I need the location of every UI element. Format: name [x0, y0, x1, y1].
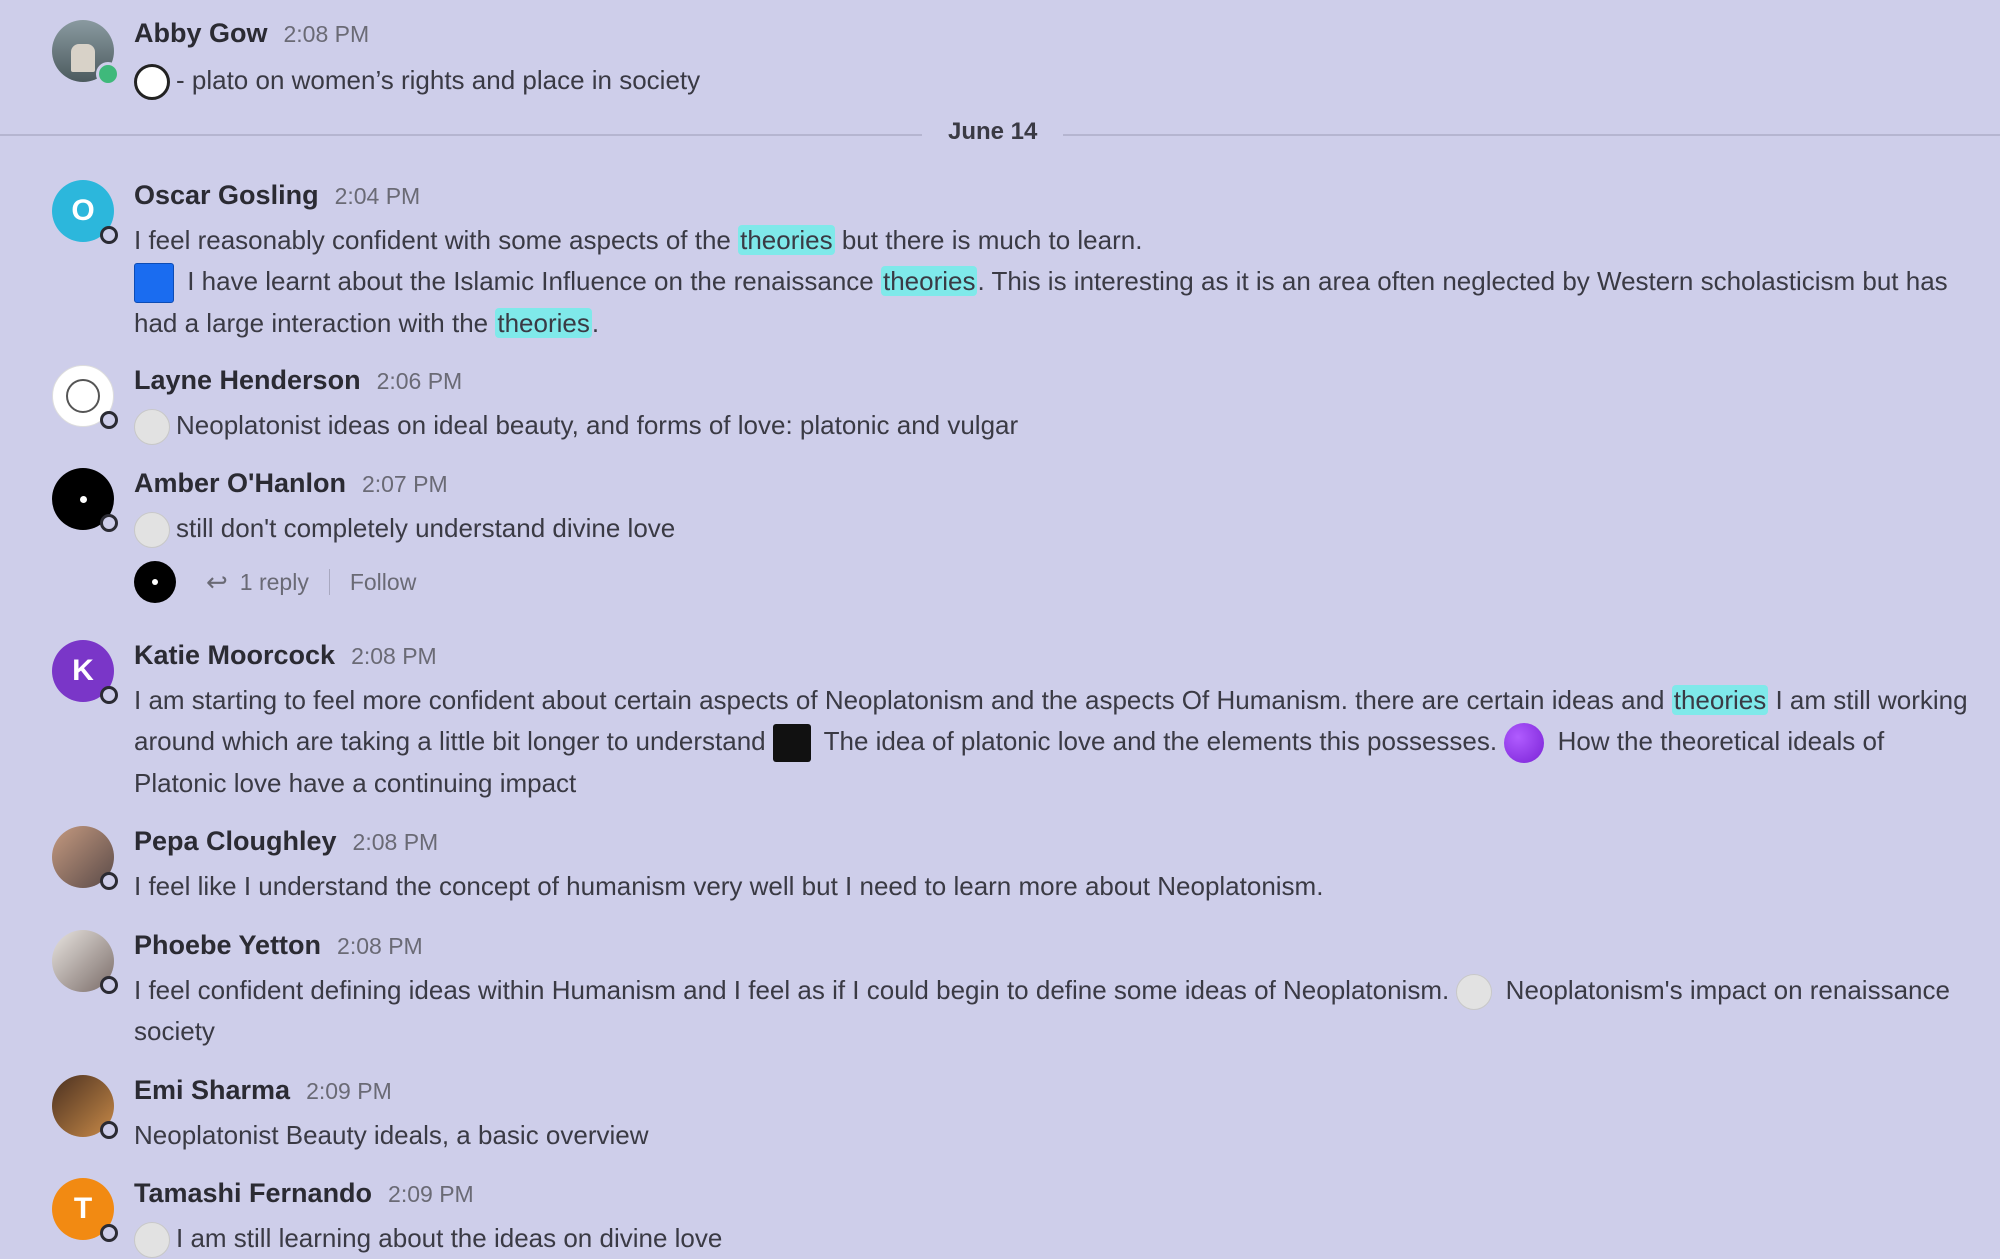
- thread-participant-avatar[interactable]: [134, 561, 176, 603]
- follow-button[interactable]: Follow: [350, 569, 416, 596]
- timestamp[interactable]: 2:06 PM: [377, 368, 463, 395]
- thread-summary: ↩ 1 reply Follow: [134, 561, 416, 603]
- message-text: but there is much to learn.: [834, 225, 1143, 255]
- offline-status-icon: [100, 976, 118, 994]
- divider: [328, 569, 330, 595]
- white-circle-icon: [1456, 974, 1493, 1011]
- avatar[interactable]: [52, 930, 118, 994]
- author-name[interactable]: Katie Moorcock: [134, 640, 335, 671]
- reply-count-link[interactable]: 1 reply: [240, 569, 309, 596]
- avatar[interactable]: K: [52, 640, 118, 704]
- timestamp[interactable]: 2:08 PM: [353, 829, 439, 856]
- black-square-icon: [772, 724, 811, 763]
- message-text: .: [591, 308, 600, 339]
- message-text: - plato on women’s rights and place in s…: [176, 65, 701, 95]
- message-text: still don't completely understand divine…: [176, 513, 676, 543]
- offline-status-icon: [100, 1121, 118, 1139]
- timestamp[interactable]: 2:07 PM: [362, 471, 448, 498]
- message-text: I am still learning about the ideas on d…: [176, 1223, 723, 1253]
- offline-status-icon: [100, 1224, 118, 1242]
- author-name[interactable]: Emi Sharma: [134, 1075, 290, 1106]
- timestamp[interactable]: 2:08 PM: [351, 643, 437, 670]
- timestamp[interactable]: 2:09 PM: [306, 1078, 392, 1105]
- author-name[interactable]: Tamashi Fernando: [134, 1178, 372, 1209]
- message-text: Neoplatonist ideas on ideal beauty, and …: [176, 410, 1019, 440]
- white-circle-icon: [134, 1222, 170, 1259]
- author-name[interactable]: Abby Gow: [134, 18, 268, 49]
- offline-status-icon: [100, 872, 118, 890]
- purple-circle-icon: [1504, 723, 1545, 764]
- white-circle-icon: [134, 512, 170, 549]
- blue-square-icon: [134, 263, 174, 304]
- reply-arrow-icon[interactable]: ↩: [206, 567, 228, 598]
- message-text: The idea of platonic love and the elemen…: [816, 726, 1505, 756]
- message-text: I feel like I understand the concept of …: [134, 871, 1324, 901]
- highlighted-keyword: theories: [1671, 685, 1769, 715]
- offline-status-icon: [100, 686, 118, 704]
- message-text: I feel reasonably confident with some as…: [134, 225, 739, 255]
- white-circle-icon: [134, 64, 170, 101]
- avatar[interactable]: [52, 1075, 118, 1139]
- timestamp[interactable]: 2:09 PM: [388, 1181, 474, 1208]
- avatar[interactable]: [52, 20, 120, 86]
- message-text: I am starting to feel more confident abo…: [134, 685, 1672, 715]
- avatar[interactable]: [52, 365, 118, 429]
- avatar[interactable]: O: [52, 180, 118, 244]
- highlighted-keyword: theories: [738, 225, 835, 255]
- message-text: Neoplatonist Beauty ideals, a basic over…: [134, 1120, 649, 1150]
- highlighted-keyword: theories: [495, 308, 592, 339]
- author-name[interactable]: Layne Henderson: [134, 365, 361, 396]
- offline-status-icon: [100, 226, 118, 244]
- avatar[interactable]: [52, 468, 118, 532]
- online-status-icon: [96, 62, 120, 86]
- date-divider-label: June 14: [922, 118, 1064, 146]
- author-name[interactable]: Amber O'Hanlon: [134, 468, 346, 499]
- timestamp[interactable]: 2:04 PM: [335, 183, 421, 210]
- offline-status-icon: [100, 514, 118, 532]
- highlighted-keyword: theories: [880, 266, 978, 296]
- author-name[interactable]: Pepa Cloughley: [134, 826, 337, 857]
- author-name[interactable]: Phoebe Yetton: [134, 930, 321, 961]
- offline-status-icon: [100, 411, 118, 429]
- author-name[interactable]: Oscar Gosling: [134, 180, 319, 211]
- avatar[interactable]: T: [52, 1178, 118, 1242]
- message-text: I feel confident defining ideas within H…: [134, 975, 1457, 1005]
- timestamp[interactable]: 2:08 PM: [337, 933, 423, 960]
- white-circle-icon: [134, 409, 170, 446]
- message-text: I have learnt about the Islamic Influenc…: [180, 266, 881, 296]
- timestamp[interactable]: 2:08 PM: [284, 21, 370, 48]
- avatar[interactable]: [52, 826, 118, 890]
